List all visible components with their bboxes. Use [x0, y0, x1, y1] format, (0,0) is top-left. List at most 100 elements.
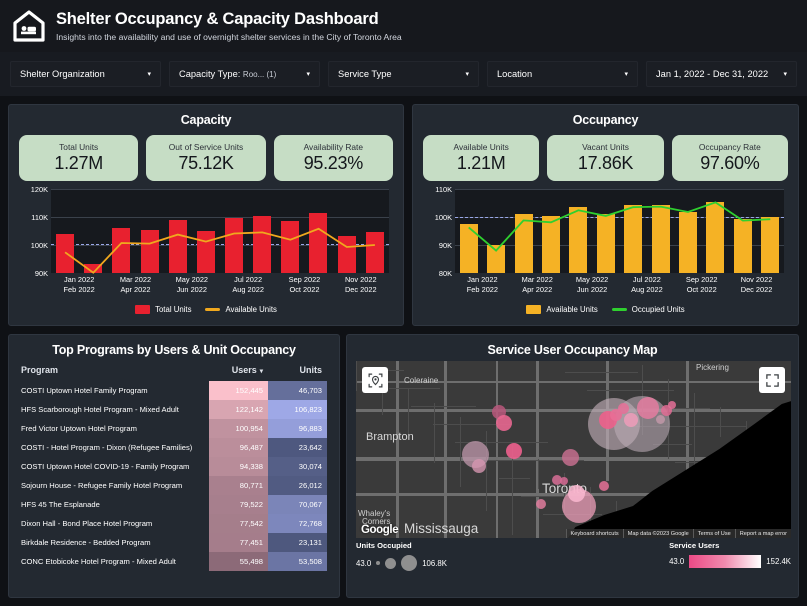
service-user-occupancy-map[interactable]: Coleraine Pickering Brampton Toronto Whaley'…: [356, 361, 791, 538]
x-axis-tick-label: Jan 2022: [467, 275, 498, 284]
table-header-row: Program Users ▾ Units: [21, 365, 327, 381]
kpi-label: Available Units: [453, 142, 509, 152]
cell-users: 94,338: [209, 457, 268, 476]
legend-circle-small: [376, 561, 381, 565]
map-bubble[interactable]: [624, 413, 638, 427]
map-place-label: Brampton: [366, 431, 414, 443]
map-attribution-link[interactable]: Report a map error: [734, 529, 791, 538]
column-header-users[interactable]: Users ▾: [209, 365, 268, 381]
chevron-down-icon[interactable]: ▾: [147, 70, 151, 78]
chevron-down-icon[interactable]: ▾: [783, 70, 787, 78]
map-bubble[interactable]: [637, 397, 659, 419]
map-bubble[interactable]: [496, 415, 512, 431]
map-legend-size-title: Units Occupied: [356, 541, 412, 550]
map-attribution-link[interactable]: Terms of Use: [692, 529, 735, 538]
y-axis-tick-label: 100K: [30, 241, 48, 250]
kpi-vacant-units: Vacant Units 17.86K: [547, 135, 664, 181]
table-row[interactable]: COSTI - Hotel Program - Dixon (Refugee F…: [21, 438, 327, 457]
map-attribution-link[interactable]: Keyboard shortcuts: [565, 529, 623, 538]
filter-date-range[interactable]: Jan 1, 2022 - Dec 31, 2022 ▾: [646, 61, 797, 87]
legend-label: Occupied Units: [631, 305, 685, 314]
map-bubble[interactable]: [599, 481, 609, 491]
table-row[interactable]: CONC Etobicoke Hotel Program - Mixed Adu…: [21, 552, 327, 571]
cell-units: 53,508: [268, 552, 327, 571]
kpi-value: 97.60%: [700, 153, 760, 173]
occupancy-x-axis: Jan 2022 Mar 2022 May 2022 Jul 2022 Sep 2022…: [455, 275, 784, 299]
y-axis-tick-label: 90K: [438, 241, 452, 250]
cell-units: 23,131: [268, 533, 327, 552]
map-bubble[interactable]: [506, 443, 522, 459]
map-bubble[interactable]: [562, 449, 579, 466]
legend-circle-medium: [385, 557, 397, 569]
occupancy-chart[interactable]: Jan 2022 Mar 2022 May 2022 Jul 2022 Sep 2022…: [421, 185, 790, 294]
map-bubble[interactable]: [656, 415, 665, 424]
capacity-chart[interactable]: Jan 2022 Mar 2022 May 2022 Jul 2022 Sep 2022…: [17, 185, 395, 294]
map-road: [444, 361, 447, 538]
map-place-label: Coleraine: [404, 376, 439, 385]
map-bubble[interactable]: [472, 459, 486, 473]
filter-selected-value: Roo... (1): [242, 70, 277, 79]
map-attribution: Keyboard shortcuts Map data ©2023 Google T…: [565, 529, 791, 538]
cell-users: 80,771: [209, 476, 268, 495]
cell-users: 100,954: [209, 419, 268, 438]
map-bubble[interactable]: [536, 499, 546, 509]
map-attribution-link[interactable]: Map data ©2023 Google: [622, 529, 693, 538]
table-row[interactable]: Fred Victor Uptown Hotel Program 100,954 9…: [21, 419, 327, 438]
table-row[interactable]: Dixon Hall - Bond Place Hotel Program 77,…: [21, 514, 327, 533]
filter-label: Service Type: [338, 69, 392, 79]
filter-location[interactable]: Location ▾: [487, 61, 638, 87]
map-legend-color-max: 152.4K: [766, 557, 791, 566]
table-row[interactable]: COSTI Uptown Hotel Family Program 152,445…: [21, 381, 327, 400]
map-bubble[interactable]: [568, 485, 585, 502]
map-legend-color-min: 43.0: [669, 557, 685, 566]
column-header-label: Users: [231, 365, 257, 375]
map-bubble[interactable]: [560, 477, 568, 485]
cell-units: 30,074: [268, 457, 327, 476]
kpi-out-of-service-units: Out of Service Units 75.12K: [146, 135, 266, 181]
map-panel: Service User Occupancy Map Coleraine Pick…: [346, 334, 799, 598]
map-bubble[interactable]: [618, 403, 629, 414]
capacity-panel-title: Capacity: [180, 113, 232, 127]
capacity-kpi-row: Total Units 1.27M Out of Service Units 7…: [9, 127, 403, 181]
x-axis-tick-label: Nov 2022: [740, 275, 773, 284]
table-row[interactable]: HFS Scarborough Hotel Program - Mixed Ad…: [21, 400, 327, 419]
fullscreen-icon[interactable]: [759, 367, 785, 393]
kpi-label: Occupancy Rate: [698, 142, 761, 152]
cell-units: 70,067: [268, 495, 327, 514]
cell-units: 106,823: [268, 400, 327, 419]
column-header-units[interactable]: Units: [268, 365, 327, 381]
cell-users: 55,498: [209, 552, 268, 571]
table-row[interactable]: HFS 45 The Esplanade 79,522 70,067: [21, 495, 327, 514]
chevron-down-icon[interactable]: ▾: [306, 70, 310, 78]
sort-descending-icon[interactable]: ▾: [260, 368, 263, 375]
kpi-label: Out of Service Units: [168, 142, 244, 152]
map-road-minor: [356, 361, 357, 391]
map-road-minor: [389, 388, 440, 389]
chevron-down-icon[interactable]: ▾: [465, 70, 469, 78]
filter-shelter-organization[interactable]: Shelter Organization ▾: [10, 61, 161, 87]
table-body: COSTI Uptown Hotel Family Program 152,445…: [21, 381, 327, 571]
cell-users: 77,451: [209, 533, 268, 552]
y-axis-tick-label: 100K: [434, 213, 452, 222]
map-bubble[interactable]: [668, 401, 676, 409]
locate-pin-icon[interactable]: [362, 367, 388, 393]
filter-service-type[interactable]: Service Type ▾: [328, 61, 479, 87]
chevron-down-icon[interactable]: ▾: [624, 70, 628, 78]
cell-program: COSTI Uptown Hotel COVID-19 - Family Pro…: [21, 462, 190, 471]
filter-capacity-type[interactable]: Capacity Type: Roo... (1) ▾: [169, 61, 320, 87]
cell-program: HFS Scarborough Hotel Program - Mixed Ad…: [21, 405, 179, 414]
legend-label: Available Units: [225, 305, 277, 314]
map-legend-color: Service Users 43.0 152.4K: [669, 541, 791, 568]
legend-circle-large: [401, 555, 418, 571]
table-row[interactable]: Birkdale Residence - Bedded Program 77,45…: [21, 533, 327, 552]
table-row[interactable]: COSTI Uptown Hotel COVID-19 - Family Pro…: [21, 457, 327, 476]
table-row[interactable]: Sojourn House - Refugee Family Hotel Pro…: [21, 476, 327, 495]
legend-item-available-units: Available Units: [526, 305, 598, 314]
occupancy-panel: Occupancy Available Units 1.21M Vacant U…: [412, 104, 799, 326]
top-programs-table[interactable]: Program Users ▾ Units COSTI Uptown Hotel …: [21, 365, 327, 571]
map-road-minor: [565, 372, 638, 373]
legend-swatch: [135, 305, 151, 314]
line-series: [455, 189, 784, 273]
x-axis-tick-label: Aug 2022: [232, 285, 264, 294]
column-header-program[interactable]: Program: [21, 365, 209, 381]
